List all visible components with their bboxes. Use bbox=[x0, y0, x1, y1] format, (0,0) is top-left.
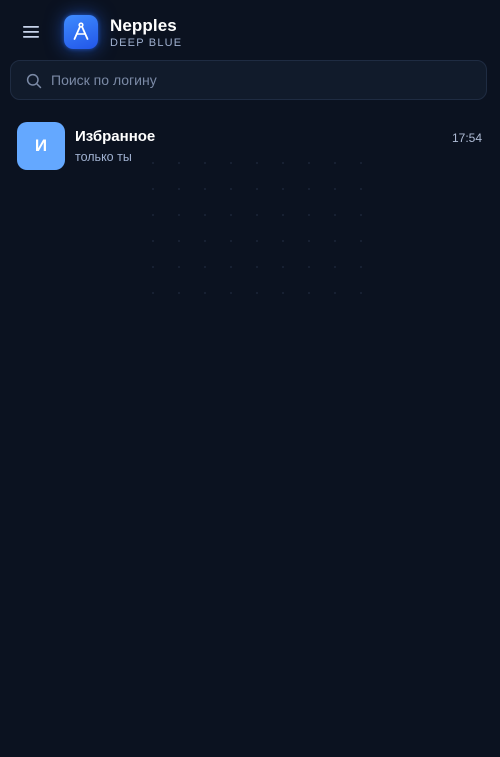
search-input[interactable] bbox=[51, 61, 471, 99]
search-bar bbox=[10, 60, 487, 100]
app-logo bbox=[64, 15, 98, 49]
app-title: Nepples bbox=[110, 16, 177, 35]
menu-button[interactable] bbox=[18, 18, 46, 46]
chat-name: Избранное bbox=[75, 128, 156, 145]
search-icon bbox=[26, 73, 42, 89]
app-header: Nepples DEEP BLUE bbox=[0, 0, 500, 60]
app-subtitle: DEEP BLUE bbox=[110, 37, 183, 49]
chat-time: 17:54 bbox=[451, 131, 482, 145]
avatar: И bbox=[17, 122, 65, 170]
chat-item-favorites[interactable]: И Избранное только ты 17:54 bbox=[0, 114, 500, 178]
chat-preview: только ты bbox=[75, 150, 132, 164]
hamburger-menu-icon bbox=[23, 26, 39, 38]
compass-icon bbox=[73, 22, 89, 40]
